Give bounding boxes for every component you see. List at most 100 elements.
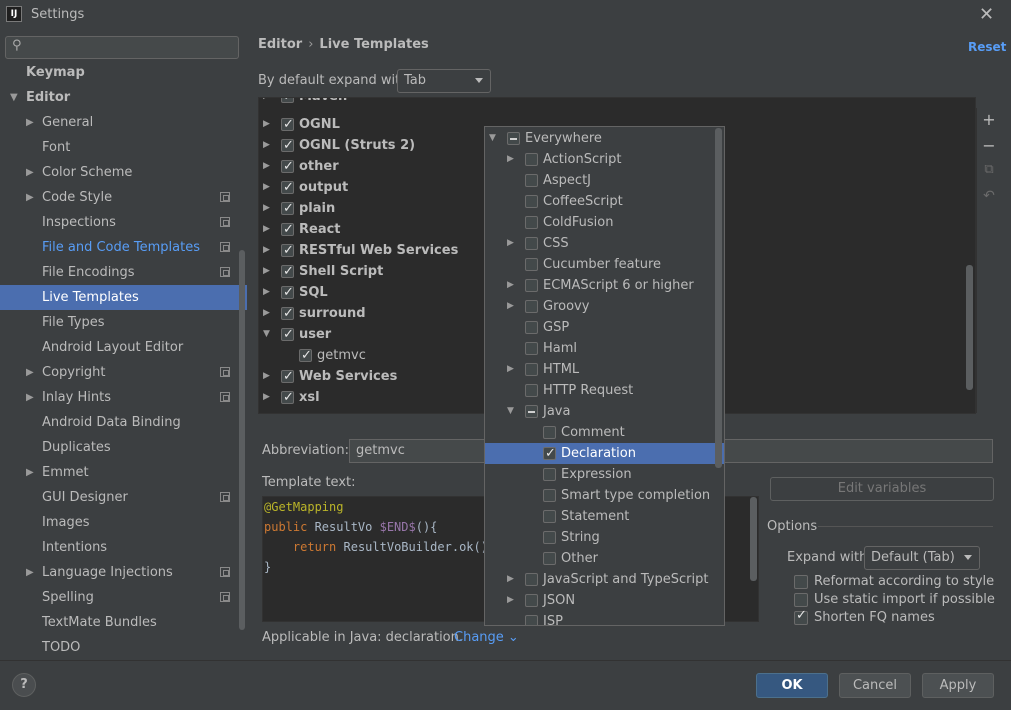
ok-button[interactable]: OK — [756, 673, 828, 698]
template-enabled-checkbox[interactable] — [281, 219, 294, 240]
context-row[interactable]: JSP — [485, 611, 724, 625]
reset-link[interactable]: Reset — [968, 40, 1006, 54]
sidebar-item[interactable]: TODO — [0, 635, 247, 660]
chevron-right-icon[interactable]: ▶ — [263, 98, 270, 107]
template-group-row[interactable]: ▶ Maven — [259, 98, 975, 107]
context-row[interactable]: Declaration — [485, 443, 724, 464]
context-row[interactable]: ▶ HTML — [485, 359, 724, 380]
context-checkbox[interactable] — [525, 279, 538, 292]
context-checkbox[interactable] — [543, 468, 556, 481]
sidebar-item[interactable]: Spelling — [0, 585, 247, 610]
tree-scrollbar[interactable] — [966, 265, 973, 390]
sidebar-item[interactable]: ▶ Code Style — [0, 185, 247, 210]
context-checkbox[interactable] — [507, 132, 520, 145]
chevron-right-icon[interactable]: ▶ — [263, 156, 270, 177]
context-checkbox[interactable] — [543, 531, 556, 544]
chevron-right-icon[interactable]: ▶ — [26, 385, 34, 410]
sidebar-item[interactable]: Duplicates — [0, 435, 247, 460]
context-checkbox[interactable] — [543, 489, 556, 502]
chevron-right-icon[interactable]: ▶ — [263, 261, 270, 282]
sidebar-item[interactable]: ▼ Editor — [0, 85, 247, 110]
template-enabled-checkbox[interactable] — [281, 198, 294, 219]
breadcrumb-parent[interactable]: Editor — [258, 37, 302, 52]
chevron-right-icon[interactable]: ▶ — [507, 275, 514, 296]
static-import-label[interactable]: Use static import if possible — [814, 592, 995, 607]
sidebar-item[interactable]: Font — [0, 135, 247, 160]
chevron-right-icon[interactable]: ▶ — [263, 366, 270, 387]
sidebar-item[interactable]: GUI Designer — [0, 485, 247, 510]
template-enabled-checkbox[interactable] — [281, 282, 294, 303]
sidebar-item[interactable]: File and Code Templates — [0, 235, 247, 260]
reformat-label[interactable]: Reformat according to style — [814, 574, 994, 589]
context-row[interactable]: Haml — [485, 338, 724, 359]
chevron-right-icon[interactable]: ▶ — [263, 282, 270, 303]
chevron-right-icon[interactable]: ▶ — [263, 219, 270, 240]
context-checkbox[interactable] — [525, 195, 538, 208]
sidebar-item[interactable]: File Types — [0, 310, 247, 335]
context-row[interactable]: ▶ ECMAScript 6 or higher — [485, 275, 724, 296]
static-import-checkbox[interactable] — [794, 593, 808, 607]
context-row[interactable]: ▶ ActionScript — [485, 149, 724, 170]
context-checkbox[interactable] — [525, 363, 538, 376]
context-row[interactable]: GSP — [485, 317, 724, 338]
sidebar-scrollbar[interactable] — [239, 250, 245, 630]
sidebar-item[interactable]: Intentions — [0, 535, 247, 560]
chevron-right-icon[interactable]: ▶ — [26, 460, 34, 485]
sidebar-item[interactable]: Live Templates — [0, 285, 247, 310]
context-row[interactable]: ▶ CSS — [485, 233, 724, 254]
context-row[interactable]: String — [485, 527, 724, 548]
context-checkbox[interactable] — [525, 321, 538, 334]
chevron-right-icon[interactable]: ▶ — [263, 135, 270, 156]
chevron-right-icon[interactable]: ▶ — [263, 303, 270, 324]
default-expand-select[interactable]: Tab — [397, 69, 491, 93]
context-checkbox[interactable] — [525, 237, 538, 250]
edit-variables-button[interactable]: Edit variables — [770, 477, 994, 501]
reformat-checkbox[interactable] — [794, 575, 808, 589]
close-icon[interactable]: ✕ — [979, 4, 994, 25]
change-context-link[interactable]: Change ⌄ — [454, 630, 519, 645]
template-enabled-checkbox[interactable] — [281, 324, 294, 345]
chevron-right-icon[interactable]: ▶ — [507, 359, 514, 380]
context-checkbox[interactable] — [525, 174, 538, 187]
sidebar-item[interactable]: ▶ Emmet — [0, 460, 247, 485]
expand-with-select[interactable]: Default (Tab) — [864, 546, 980, 570]
sidebar-item[interactable]: Android Layout Editor — [0, 335, 247, 360]
help-icon[interactable]: ? — [12, 673, 36, 697]
context-row[interactable]: ColdFusion — [485, 212, 724, 233]
sidebar-item[interactable]: Keymap — [0, 60, 247, 85]
chevron-right-icon[interactable]: ▶ — [507, 233, 514, 254]
context-checkbox[interactable] — [525, 258, 538, 271]
template-enabled-checkbox[interactable] — [281, 98, 294, 107]
chevron-right-icon[interactable]: ▶ — [507, 149, 514, 170]
chevron-down-icon[interactable]: ▼ — [10, 85, 18, 110]
sidebar-item[interactable]: TextMate Bundles — [0, 610, 247, 635]
sidebar-item[interactable]: ▶ Color Scheme — [0, 160, 247, 185]
context-checkbox[interactable] — [543, 443, 556, 464]
context-row[interactable]: Cucumber feature — [485, 254, 724, 275]
chevron-right-icon[interactable]: ▶ — [263, 198, 270, 219]
context-row[interactable]: Smart type completion — [485, 485, 724, 506]
template-enabled-checkbox[interactable] — [281, 303, 294, 324]
chevron-right-icon[interactable]: ▶ — [26, 360, 34, 385]
template-enabled-checkbox[interactable] — [281, 261, 294, 282]
sidebar-item[interactable]: Inspections — [0, 210, 247, 235]
add-icon[interactable]: + — [982, 110, 996, 129]
cancel-button[interactable]: Cancel — [839, 673, 911, 698]
context-row[interactable]: Comment — [485, 422, 724, 443]
chevron-right-icon[interactable]: ▶ — [263, 387, 270, 408]
sidebar-item[interactable]: ▶ Inlay Hints — [0, 385, 247, 410]
context-checkbox[interactable] — [525, 384, 538, 397]
context-row[interactable]: ▼ Everywhere — [485, 128, 724, 149]
chevron-right-icon[interactable]: ▶ — [26, 185, 34, 210]
apply-button[interactable]: Apply — [922, 673, 994, 698]
chevron-down-icon[interactable]: ▼ — [263, 324, 270, 345]
context-checkbox[interactable] — [525, 216, 538, 229]
settings-search-input[interactable]: ⚲ — [5, 36, 239, 59]
context-checkbox[interactable] — [543, 426, 556, 439]
context-checkbox[interactable] — [525, 615, 538, 625]
template-enabled-checkbox[interactable] — [281, 240, 294, 261]
copy-icon[interactable]: ⧉ — [982, 162, 996, 177]
context-row[interactable]: AspectJ — [485, 170, 724, 191]
shorten-fq-checkbox[interactable] — [794, 608, 808, 625]
context-row[interactable]: Other — [485, 548, 724, 569]
